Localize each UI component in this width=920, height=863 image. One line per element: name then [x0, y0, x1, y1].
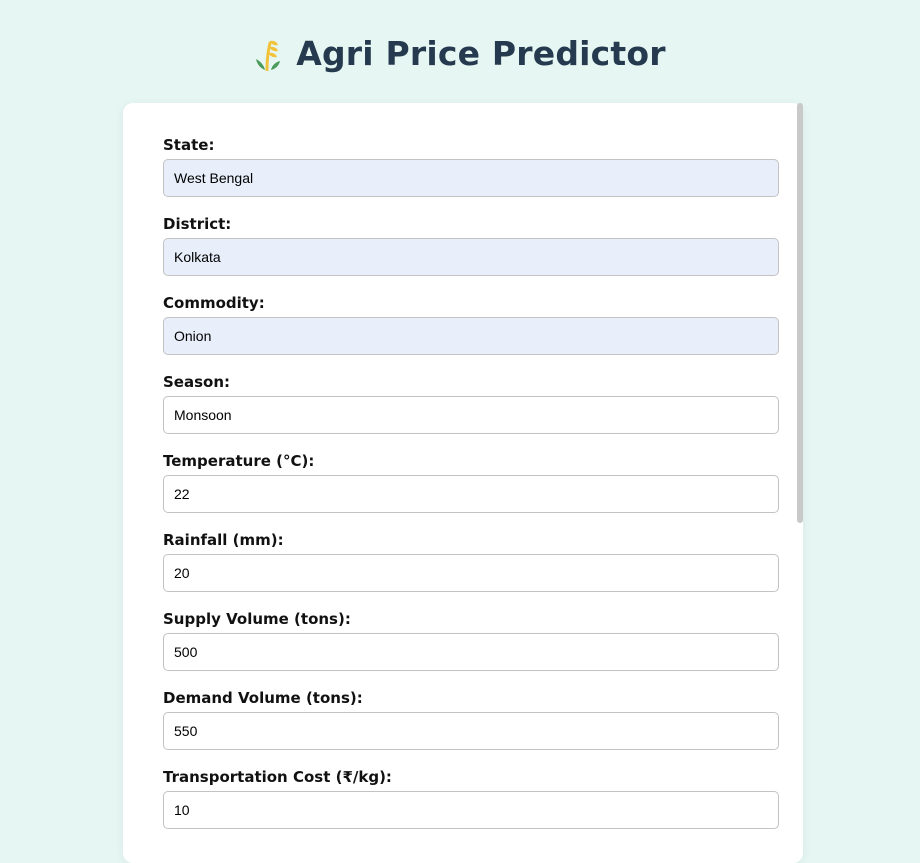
demand-volume-field-group: Demand Volume (tons): 550	[163, 688, 779, 767]
state-label: State:	[163, 136, 215, 154]
scrollbar[interactable]	[797, 103, 803, 523]
demand-volume-label: Demand Volume (tons):	[163, 689, 363, 707]
supply-volume-input[interactable]: 500	[163, 633, 779, 671]
state-field-group: State: West Bengal	[163, 135, 779, 214]
supply-volume-label: Supply Volume (tons):	[163, 610, 351, 628]
commodity-label: Commodity:	[163, 294, 265, 312]
state-input[interactable]: West Bengal	[163, 159, 779, 197]
season-input[interactable]: Monsoon	[163, 396, 779, 434]
supply-volume-field-group: Supply Volume (tons): 500	[163, 609, 779, 688]
season-label: Season:	[163, 373, 231, 391]
rainfall-field-group: Rainfall (mm): 20	[163, 530, 779, 609]
demand-volume-input[interactable]: 550	[163, 712, 779, 750]
commodity-input[interactable]: Onion	[163, 317, 779, 355]
page-title: Agri Price Predictor	[296, 34, 666, 73]
season-field-group: Season: Monsoon	[163, 372, 779, 451]
rainfall-input[interactable]: 20	[163, 554, 779, 592]
transportation-cost-input[interactable]: 10	[163, 791, 779, 829]
transportation-cost-field-group: Transportation Cost (₹/kg): 10	[163, 767, 779, 846]
temperature-field-group: Temperature (°C): 22	[163, 451, 779, 530]
temperature-input[interactable]: 22	[163, 475, 779, 513]
page-header: Agri Price Predictor	[0, 30, 920, 78]
district-label: District:	[163, 215, 232, 233]
district-input[interactable]: Kolkata	[163, 238, 779, 276]
rainfall-label: Rainfall (mm):	[163, 531, 284, 549]
commodity-field-group: Commodity: Onion	[163, 293, 779, 372]
transportation-cost-label: Transportation Cost (₹/kg):	[163, 768, 392, 786]
district-field-group: District: Kolkata	[163, 214, 779, 293]
wheat-icon	[256, 40, 281, 71]
temperature-label: Temperature (°C):	[163, 452, 315, 470]
